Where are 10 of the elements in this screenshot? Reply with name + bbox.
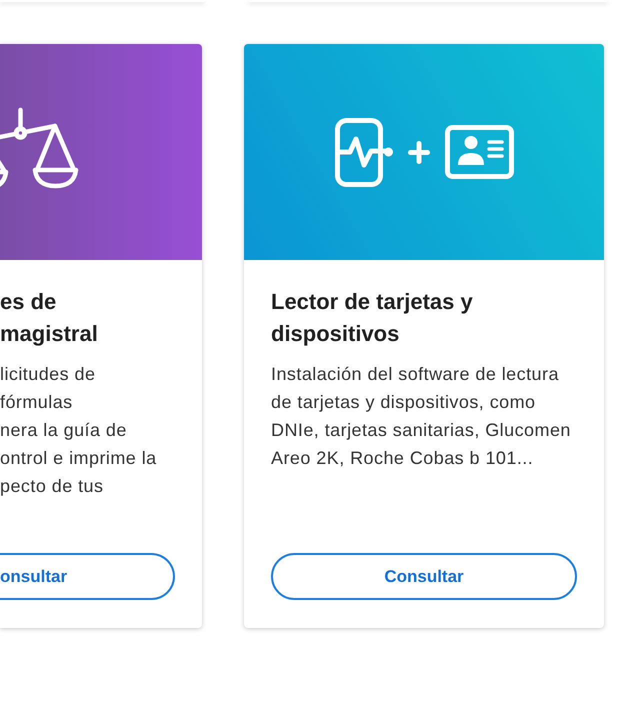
- consult-button[interactable]: onsultar: [0, 553, 175, 600]
- plus-icon: [408, 140, 430, 164]
- card-description: licitudes de fórmulas nera la guía de ontrol e imprime la pecto de tus: [0, 363, 158, 498]
- card-title: es de magistral: [0, 288, 99, 348]
- card-description: Instalación del software de lectura de tarjetas y dispositivos, como DNIe, tarjetas sanitarias, Glucomen Areo 2K, Roche Cobas b 101...: [271, 363, 572, 470]
- card-title: Lector de tarjetas y dispositivos: [271, 288, 474, 348]
- id-card-icon: [444, 125, 514, 179]
- device-heartbeat-icon: [334, 118, 392, 186]
- consult-button[interactable]: Consultar: [271, 553, 577, 600]
- scale-icon: [0, 106, 80, 190]
